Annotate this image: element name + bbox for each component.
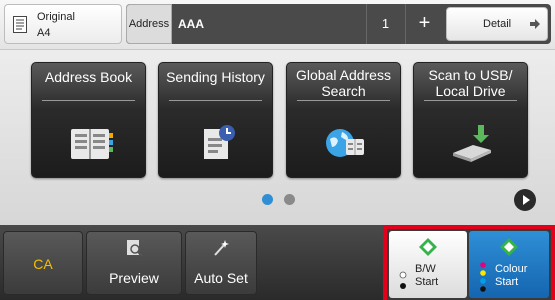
usb-drive-icon [453, 125, 491, 162]
magic-wand-icon [214, 240, 229, 256]
original-size-value: A4 [37, 27, 51, 39]
original-label: Original [37, 11, 75, 23]
bottom-bar: CA Preview Auto Set B/W Start Colour Sta… [0, 225, 555, 300]
preview-label: Preview [109, 270, 159, 286]
tile-divider [42, 100, 135, 101]
auto-set-button[interactable]: Auto Set [185, 231, 257, 295]
arrow-right-icon [530, 19, 540, 29]
detail-button[interactable]: Detail [446, 7, 548, 41]
page-indicator [255, 194, 295, 206]
original-button[interactable]: Original A4 [4, 4, 122, 44]
address-count: 1 [366, 4, 404, 44]
address-value[interactable]: AAA [178, 4, 204, 44]
start-diamond-icon [419, 238, 437, 256]
tile-title: Address Book [44, 69, 133, 85]
add-address-button[interactable]: + [405, 4, 443, 44]
tile-title: Scan to USB/ Local Drive [428, 67, 513, 99]
bw-toner-icon [399, 271, 407, 289]
tile-divider [297, 100, 390, 101]
tile-divider [424, 100, 517, 101]
page-dot[interactable] [284, 194, 295, 205]
auto-set-label: Auto Set [194, 270, 248, 286]
tile-divider [169, 100, 262, 101]
page-dot-active [262, 194, 273, 205]
global-address-search-icon [326, 129, 364, 157]
colour-toner-icon [480, 262, 486, 292]
tile-title: Sending History [166, 69, 265, 85]
sending-history-icon [204, 125, 235, 159]
preview-icon [127, 240, 143, 257]
scan-send-screen: Original A4 Address AAA 1 + Detail Addre… [0, 0, 555, 300]
address-label: Address [126, 4, 172, 44]
bw-start-label: B/W Start [415, 263, 439, 288]
preview-button[interactable]: Preview [86, 231, 182, 295]
tile-sending-history[interactable]: Sending History [158, 62, 273, 178]
colour-start-label: Colour Start [495, 263, 528, 288]
address-book-icon [71, 129, 113, 159]
ca-label: CA [33, 256, 53, 272]
start-buttons-group: B/W Start Colour Start [383, 225, 555, 300]
address-bar: Address AAA 1 + Detail [126, 4, 551, 44]
tile-scan-to-usb-local-drive[interactable]: Scan to USB/ Local Drive [413, 62, 528, 178]
clear-all-button[interactable]: CA [3, 231, 83, 295]
detail-label: Detail [483, 18, 512, 30]
tile-title: Global Address Search [296, 67, 391, 99]
next-page-button[interactable] [514, 189, 536, 211]
original-doc-icon [13, 16, 27, 33]
bw-start-button[interactable]: B/W Start [389, 231, 467, 298]
tile-address-book[interactable]: Address Book [31, 62, 146, 178]
top-bar: Original A4 Address AAA 1 + Detail [0, 0, 555, 50]
colour-start-button[interactable]: Colour Start [469, 231, 549, 298]
play-right-icon [523, 195, 530, 205]
start-diamond-icon [500, 238, 518, 256]
tile-global-address-search[interactable]: Global Address Search [286, 62, 401, 178]
